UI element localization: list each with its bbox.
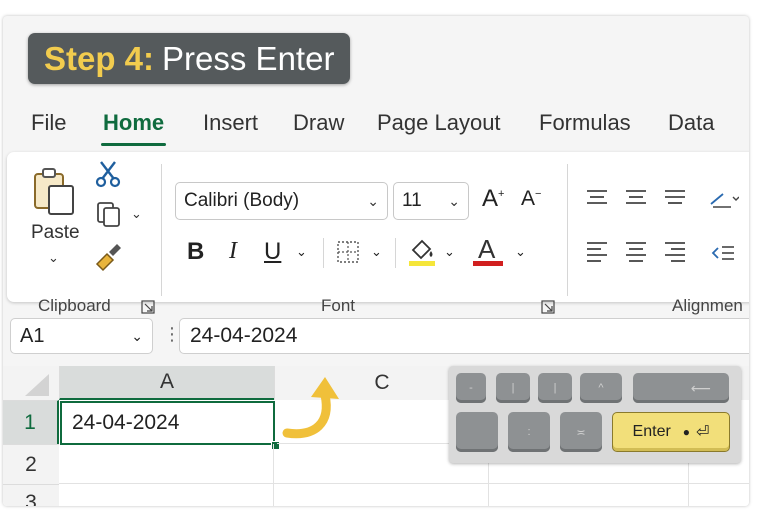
row-header-2[interactable]: 2 bbox=[3, 444, 59, 484]
step-banner: Step 4: Press Enter bbox=[28, 33, 351, 84]
step-number: Step 4: bbox=[44, 39, 155, 77]
keyboard-illustration: - | | ^ ⟵ : ≍ Enter ● ⏎ bbox=[449, 366, 741, 463]
keyboard-key: | bbox=[496, 373, 530, 403]
font-name-dropdown[interactable]: Calibri (Body) ⌄ bbox=[175, 182, 388, 220]
format-painter-icon[interactable] bbox=[93, 242, 123, 272]
chevron-down-icon[interactable]: ⌄ bbox=[444, 244, 455, 260]
chevron-down-icon[interactable]: ⌄ bbox=[296, 244, 307, 260]
font-color-button[interactable]: A bbox=[473, 234, 505, 268]
chevron-down-icon: ⌄ bbox=[131, 327, 143, 344]
dialog-launcher-icon[interactable] bbox=[541, 300, 555, 314]
tab-file[interactable]: File bbox=[31, 110, 66, 136]
cell-a2[interactable] bbox=[59, 444, 274, 484]
return-icon: ⏎ bbox=[696, 424, 710, 441]
select-all-corner[interactable] bbox=[3, 366, 59, 400]
font-group-label: Font bbox=[321, 296, 356, 315]
formula-value: 24-04-2024 bbox=[190, 324, 298, 347]
grow-font-icon[interactable]: A+ bbox=[482, 185, 504, 213]
paste-clipboard-icon bbox=[34, 168, 74, 215]
alignment-group-label: Alignmen bbox=[672, 296, 743, 315]
grow-font-glyph: A bbox=[482, 185, 499, 212]
italic-button[interactable]: I bbox=[229, 238, 237, 265]
cell-b3[interactable] bbox=[274, 484, 489, 506]
group-divider bbox=[567, 164, 568, 296]
chevron-down-icon[interactable]: ⌄ bbox=[371, 244, 382, 260]
font-color-swatch bbox=[473, 261, 503, 266]
decrease-indent-icon[interactable] bbox=[710, 242, 736, 264]
name-box-value: A1 bbox=[20, 324, 45, 347]
curved-arrow-icon bbox=[282, 377, 339, 439]
bold-button[interactable]: B bbox=[187, 238, 204, 266]
formula-input[interactable]: 24-04-2024 bbox=[179, 318, 749, 354]
chevron-down-icon[interactable]: ⌄ bbox=[131, 206, 142, 222]
align-top-icon[interactable] bbox=[585, 188, 609, 208]
tab-formulas[interactable]: Formulas bbox=[539, 110, 631, 136]
keyboard-key: ^ bbox=[580, 373, 622, 403]
keyboard-key: | bbox=[538, 373, 572, 403]
shrink-font-glyph: A bbox=[521, 187, 536, 210]
cell-a1-value: 24-04-2024 bbox=[72, 411, 180, 434]
dialog-launcher-icon[interactable] bbox=[141, 300, 155, 314]
step-instruction: Press Enter bbox=[162, 39, 335, 77]
tab-page-layout[interactable]: Page Layout bbox=[377, 110, 501, 136]
enter-key[interactable]: Enter ● ⏎ bbox=[612, 412, 730, 452]
font-size-dropdown[interactable]: 11 ⌄ bbox=[393, 182, 469, 220]
column-header-a[interactable]: A bbox=[59, 366, 274, 400]
cell-a1[interactable]: 24-04-2024 bbox=[60, 401, 275, 445]
cell-a3[interactable] bbox=[59, 484, 274, 506]
divider bbox=[323, 238, 324, 268]
chevron-down-icon: ⌄ bbox=[48, 250, 59, 265]
keyboard-key bbox=[456, 412, 498, 452]
font-name-value: Calibri (Body) bbox=[184, 190, 300, 211]
shrink-font-icon[interactable]: A− bbox=[521, 187, 541, 211]
align-middle-icon[interactable] bbox=[624, 188, 648, 208]
scissors-icon[interactable] bbox=[95, 160, 121, 188]
cell-c3[interactable] bbox=[489, 484, 689, 506]
underline-button[interactable]: U bbox=[264, 238, 281, 266]
align-bottom-icon[interactable] bbox=[663, 188, 687, 208]
chevron-down-icon: ⌄ bbox=[448, 192, 460, 209]
select-all-triangle bbox=[25, 374, 49, 396]
group-divider bbox=[161, 164, 162, 296]
clipboard-group-label: Clipboard bbox=[38, 296, 111, 315]
excel-window: Step 4: Press Enter File Home Insert Dra… bbox=[3, 16, 749, 506]
row-header-1[interactable]: 1 bbox=[3, 400, 59, 444]
keyboard-key: ≍ bbox=[560, 412, 602, 452]
tab-insert[interactable]: Insert bbox=[203, 110, 258, 136]
ribbon-tabs: File Home Insert Draw Page Layout Formul… bbox=[3, 110, 749, 150]
borders-icon[interactable] bbox=[336, 240, 360, 264]
dot-icon: ● bbox=[682, 425, 691, 439]
ribbon-home: Paste ⌄ ⌄ Clipboard Calibri (Body) ⌄ 11 … bbox=[7, 152, 749, 315]
align-center-icon[interactable] bbox=[624, 240, 648, 264]
divider bbox=[395, 238, 396, 268]
align-left-icon[interactable] bbox=[585, 240, 609, 264]
paste-label: Paste bbox=[31, 222, 80, 243]
paste-button[interactable]: Paste ⌄ bbox=[27, 162, 87, 272]
chevron-down-icon[interactable]: ⌄ bbox=[515, 244, 526, 260]
copy-icon[interactable] bbox=[95, 200, 123, 228]
fill-color-icon[interactable] bbox=[407, 236, 437, 268]
tab-home[interactable]: Home bbox=[100, 110, 167, 146]
align-right-icon[interactable] bbox=[663, 240, 687, 264]
font-size-value: 11 bbox=[402, 190, 422, 211]
keyboard-key: : bbox=[508, 412, 550, 452]
orientation-icon[interactable] bbox=[709, 190, 739, 210]
row-header-3[interactable]: 3 bbox=[3, 484, 59, 506]
keyboard-key: - bbox=[456, 373, 486, 403]
enter-key-label: Enter bbox=[632, 423, 671, 440]
name-box[interactable]: A1 ⌄ bbox=[10, 318, 153, 354]
tab-draw[interactable]: Draw bbox=[293, 110, 344, 136]
cell-d3[interactable] bbox=[689, 484, 749, 506]
chevron-down-icon: ⌄ bbox=[367, 192, 379, 209]
backspace-key: ⟵ bbox=[633, 373, 729, 403]
tab-data[interactable]: Data bbox=[668, 110, 714, 136]
